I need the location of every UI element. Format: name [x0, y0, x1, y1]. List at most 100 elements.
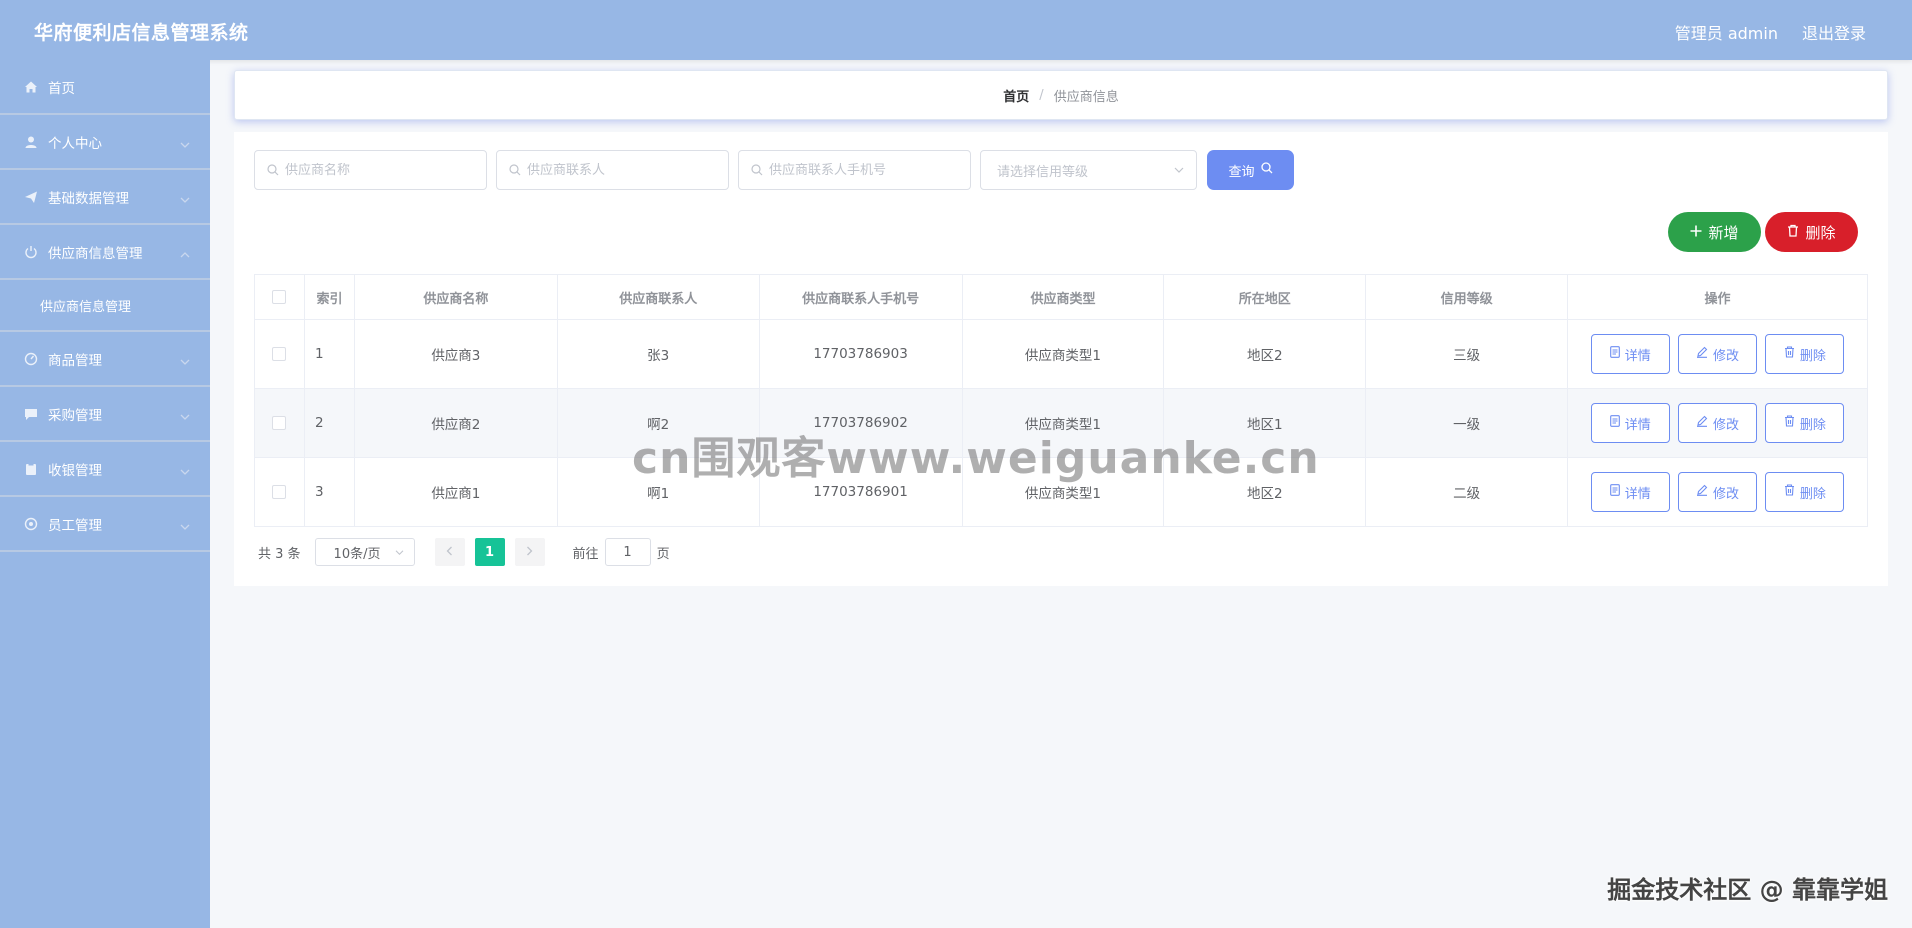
breadcrumb-separator: / [1039, 87, 1044, 103]
credit-level-select[interactable]: 请选择信用等级 [980, 150, 1197, 190]
chevron-down-icon [1174, 163, 1184, 178]
supplier-credit: 三级 [1365, 319, 1569, 389]
sidebar-item-staff[interactable]: 员工管理 [0, 497, 210, 552]
trash-icon [1784, 484, 1795, 500]
breadcrumb-home[interactable]: 首页 [1003, 86, 1029, 105]
sidebar-item-label: 供应商信息管理 [48, 245, 143, 262]
pagination-total: 共 3 条 [258, 546, 301, 562]
next-page-button[interactable] [514, 538, 545, 566]
delete-button[interactable]: 删除 [1765, 472, 1845, 512]
supplier-type: 供应商类型1 [961, 319, 1165, 389]
detail-button[interactable]: 详情 [1590, 403, 1670, 443]
sidebar-item-label: 收银管理 [48, 462, 102, 479]
sidebar-item-personal-center[interactable]: 个人中心 [0, 115, 210, 170]
detail-label: 详情 [1624, 417, 1651, 433]
edit-button[interactable]: 修改 [1678, 472, 1758, 512]
row-actions-cell: 详情 修改 删除 [1567, 388, 1868, 458]
trash-icon [1784, 415, 1795, 431]
page-size-select[interactable]: 10条/页 [314, 538, 415, 566]
supplier-name-input-wrapper [254, 150, 487, 190]
batch-delete-button[interactable]: 删除 [1765, 212, 1858, 252]
detail-button[interactable]: 详情 [1590, 472, 1670, 512]
top-header: 华府便利店信息管理系统 管理员 admin 退出登录 [0, 0, 1912, 60]
goto-page-input[interactable]: 1 [604, 538, 651, 566]
chevron-down-icon [180, 409, 190, 425]
send-icon [24, 190, 38, 204]
plus-icon [1690, 223, 1702, 241]
detail-label: 详情 [1624, 348, 1651, 364]
pencil-icon [1696, 415, 1708, 431]
goto-prefix: 前往 [572, 546, 599, 562]
row-checkbox[interactable] [272, 485, 287, 499]
add-button-label: 新增 [1708, 223, 1739, 242]
query-button[interactable]: 查询 [1207, 150, 1294, 190]
supplier-name: 供应商1 [353, 457, 558, 527]
sidebar-item-cashier[interactable]: 收银管理 [0, 442, 210, 497]
row-checkbox[interactable] [272, 347, 287, 361]
search-icon [267, 164, 279, 176]
column-header: 所在地区 [1163, 274, 1367, 320]
logout-link[interactable]: 退出登录 [1802, 20, 1866, 44]
sidebar-subitem-label: 供应商信息管理 [40, 299, 132, 315]
row-index: 2 [303, 388, 355, 458]
supplier-phone-input[interactable] [769, 162, 949, 178]
home-icon [24, 80, 38, 94]
edit-button[interactable]: 修改 [1678, 403, 1758, 443]
supplier-credit: 一级 [1365, 388, 1569, 458]
sidebar-menu: 首页 个人中心 基础数据管理 供应商信息管理 供应商信息管理 商品管理 采购管理… [0, 60, 210, 928]
row-checkbox[interactable] [272, 416, 287, 430]
supplier-contact-input[interactable] [527, 162, 707, 178]
gauge-icon [24, 352, 38, 366]
chevron-up-icon [180, 247, 190, 263]
column-header: 供应商类型 [961, 274, 1165, 320]
goto-suffix: 页 [656, 546, 670, 562]
pencil-icon [1696, 346, 1708, 362]
chevron-down-icon [180, 192, 190, 208]
sidebar-item-goods[interactable]: 商品管理 [0, 332, 210, 387]
clipboard-icon [24, 462, 38, 476]
chevron-down-icon [180, 519, 190, 535]
prev-page-button[interactable] [434, 538, 465, 566]
delete-button[interactable]: 删除 [1765, 334, 1845, 374]
sidebar-item-label: 首页 [48, 80, 75, 97]
sidebar-item-purchase[interactable]: 采购管理 [0, 387, 210, 442]
delete-button[interactable]: 删除 [1765, 403, 1845, 443]
add-button[interactable]: 新增 [1668, 212, 1761, 252]
user-icon [24, 135, 38, 149]
sidebar-item-label: 基础数据管理 [48, 190, 129, 207]
search-icon [751, 164, 763, 176]
column-header: 供应商名称 [353, 274, 558, 320]
select-all-cell [254, 274, 305, 320]
sidebar-item-supplier-management[interactable]: 供应商信息管理 [0, 225, 210, 280]
document-icon [1609, 346, 1620, 362]
content-card: 请选择信用等级 查询 新增 删除 索引 供应商名称 供应商联系人 供应商联系人手… [234, 132, 1888, 586]
chevron-left-icon [446, 545, 453, 560]
column-header: 索引 [303, 274, 355, 320]
chevron-down-icon [395, 545, 404, 560]
supplier-name-input[interactable] [285, 162, 465, 178]
chevron-down-icon [180, 464, 190, 480]
search-icon [1260, 162, 1273, 178]
supplier-phone: 17703786903 [758, 319, 963, 389]
sidebar-item-home[interactable]: 首页 [0, 60, 210, 115]
column-header: 供应商联系人 [556, 274, 760, 320]
chevron-down-icon [180, 137, 190, 153]
page-number[interactable]: 1 [474, 538, 505, 566]
edit-label: 修改 [1713, 348, 1740, 364]
detail-button[interactable]: 详情 [1590, 334, 1670, 374]
power-icon [24, 245, 38, 259]
document-icon [1609, 415, 1620, 431]
sidebar-subitem-supplier-info[interactable]: 供应商信息管理 [0, 280, 210, 332]
edit-button[interactable]: 修改 [1678, 334, 1758, 374]
app-title: 华府便利店信息管理系统 [34, 22, 249, 44]
row-select-cell [254, 388, 305, 458]
row-select-cell [254, 457, 305, 527]
detail-label: 详情 [1624, 486, 1651, 502]
edit-label: 修改 [1713, 486, 1740, 502]
sidebar-item-label: 个人中心 [48, 135, 102, 152]
sidebar-item-basic-data[interactable]: 基础数据管理 [0, 170, 210, 225]
select-all-checkbox[interactable] [272, 290, 287, 304]
row-index: 3 [303, 457, 355, 527]
column-header: 操作 [1567, 274, 1868, 320]
row-select-cell [254, 319, 305, 389]
